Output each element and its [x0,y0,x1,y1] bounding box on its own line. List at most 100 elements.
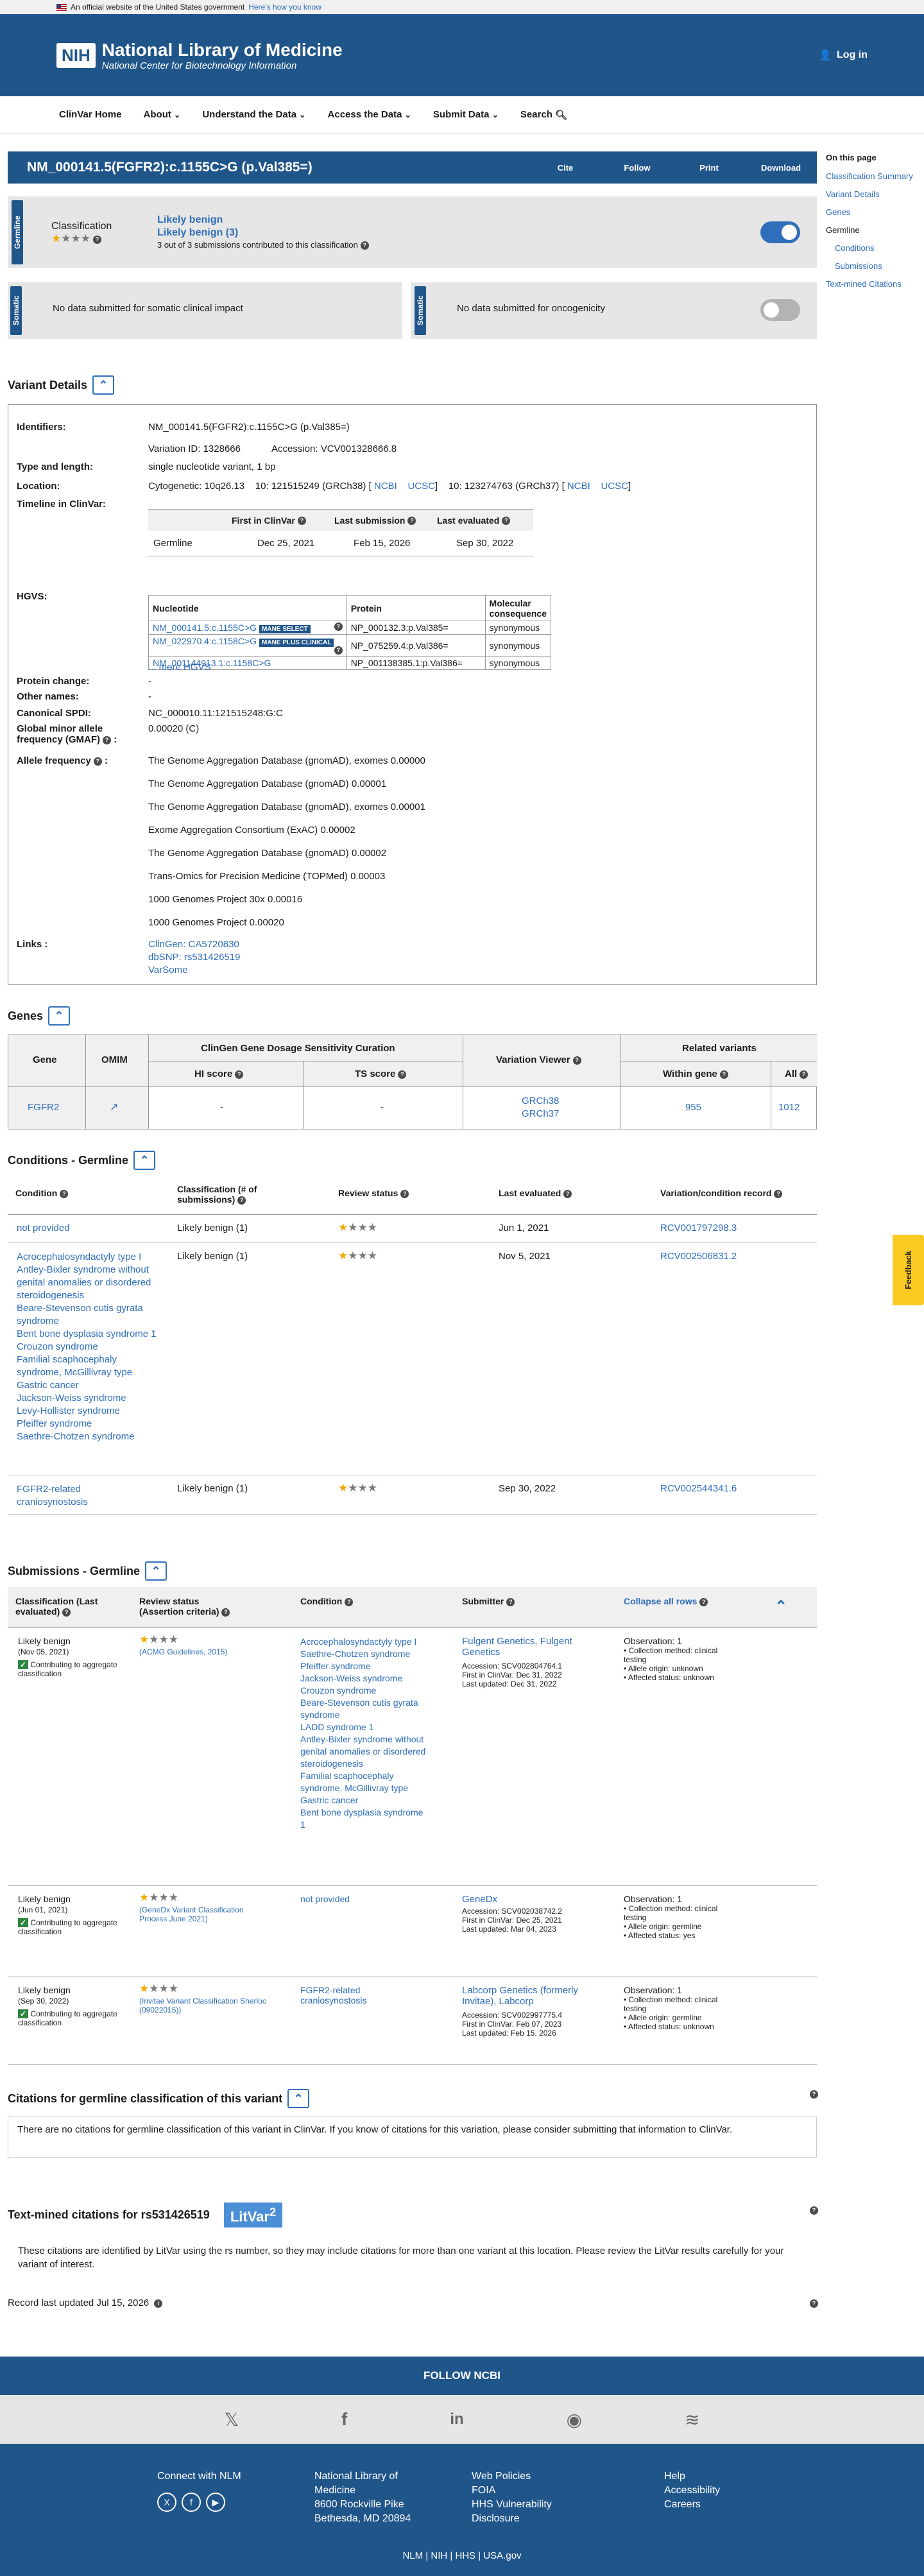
help-icon[interactable]: ? [93,757,102,766]
github-icon[interactable]: ◉ [567,2409,582,2430]
condition-link[interactable]: Beare-Stevenson cutis gyrata syndrome [17,1303,143,1327]
x-twitter-icon[interactable]: X [157,2493,176,2512]
condition-link[interactable]: Bent bone dysplasia syndrome 1 [300,1807,423,1830]
condition-link[interactable]: FGFR2-related craniosynostosis [17,1483,145,1509]
ncbi-link[interactable]: NCBI [374,481,397,492]
condition-link[interactable]: Crouzon syndrome [300,1685,376,1696]
external-link-icon[interactable]: ↗ [110,1101,118,1113]
sidebar-item-genes[interactable]: Genes [826,207,850,217]
condition-link[interactable]: FGFR2-related craniosynostosis [300,1985,403,2005]
help-icon[interactable]: ? [60,1189,69,1198]
nav-access[interactable]: Access the Data ⌄ [328,109,411,120]
condition-link[interactable]: Jackson-Weiss syndrome [17,1393,126,1404]
help-link[interactable]: Help [664,2469,720,2484]
condition-link[interactable]: Pfeiffer syndrome [17,1418,92,1429]
assertion-criteria-link[interactable]: (ACMG Guidelines, 2015) [139,1647,268,1656]
gene-fgfr2-link[interactable]: FGFR2 [28,1102,59,1113]
careers-link[interactable]: Careers [664,2498,720,2512]
collapse-icon[interactable]: ⌃ [92,375,115,395]
help-icon[interactable]: ? [810,2090,818,2099]
rcv-link[interactable]: RCV002544341.6 [660,1483,737,1494]
help-icon[interactable]: ? [103,735,112,744]
linkedin-icon[interactable]: in [450,2410,463,2428]
usagov-link[interactable]: USA.gov [483,2550,521,2561]
help-icon[interactable]: ? [502,517,511,526]
condition-link[interactable]: LADD syndrome 1 [300,1722,373,1732]
help-icon[interactable]: ? [719,1070,728,1079]
nlm-address-line[interactable]: Medicine [314,2484,411,2498]
ucsc-link-37[interactable]: UCSC [601,481,628,492]
nav-understand[interactable]: Understand the Data ⌄ [202,109,305,120]
nlm-link[interactable]: NLM [402,2550,423,2561]
collapse-icon[interactable]: ⌃ [145,1561,167,1581]
grch38-viewer-link[interactable]: GRCh38 [522,1095,559,1106]
nlm-address-line[interactable]: National Library of [314,2469,411,2484]
sidebar-item-classification-summary[interactable]: Classification Summary [826,171,913,181]
facebook-icon[interactable]: f [341,2409,347,2430]
facebook-icon[interactable]: f [182,2493,201,2512]
feedback-button[interactable]: Feedback [893,1235,924,1305]
assertion-criteria-link[interactable]: (GeneDx Variant Classification Process J… [139,1905,268,1923]
help-icon[interactable]: ? [810,2206,818,2215]
help-icon[interactable]: ? [407,517,416,526]
help-icon[interactable]: ? [237,1196,246,1205]
somatic-toggle[interactable] [760,299,800,321]
collapse-all-rows[interactable]: Collapse all rows? [624,1596,708,1606]
help-icon[interactable]: ? [345,1597,354,1606]
chevron-up-icon[interactable]: ⌃ [774,1597,787,1616]
help-icon[interactable]: ? [400,1189,409,1198]
download-button[interactable]: Download [745,163,817,173]
help-icon[interactable]: ? [221,1608,230,1617]
nav-search[interactable]: Search 🔍︎ [520,109,567,121]
rcv-link[interactable]: RCV001797298.3 [660,1223,737,1233]
help-icon[interactable]: ? [563,1189,572,1198]
ucsc-link[interactable]: UCSC [407,481,435,492]
help-icon[interactable]: ? [93,235,101,244]
hgvs-nucleotide-link[interactable]: NM_022970.4:c.1158C>G [153,636,257,646]
help-icon[interactable]: ? [800,1070,809,1079]
condition-link[interactable]: Gastric cancer [300,1795,358,1805]
condition-link[interactable]: not provided [17,1223,70,1233]
help-icon[interactable]: ? [398,1070,407,1079]
help-icon[interactable]: ? [810,2299,818,2308]
help-icon[interactable]: ? [297,517,306,526]
sidebar-item-variant-details[interactable]: Variant Details [826,189,880,199]
condition-link[interactable]: Antley-Bixler syndrome without genital a… [300,1734,425,1769]
condition-link[interactable]: Familial scaphocephaly syndrome, McGilli… [17,1354,132,1378]
help-icon[interactable]: ? [572,1056,581,1065]
more-hgvs-link[interactable]: ... more HGVS [148,662,211,673]
help-icon[interactable]: ? [62,1608,71,1617]
heres-how-link[interactable]: Here's how you know [248,3,321,12]
web-policies-link[interactable]: Web Policies [472,2469,552,2484]
hhs-vulnerability-link[interactable]: HHS Vulnerability [472,2498,552,2512]
help-icon[interactable]: ? [360,241,369,250]
follow-button[interactable]: Follow [601,163,673,173]
condition-link[interactable]: Saethre-Chotzen syndrome [17,1431,134,1442]
condition-link[interactable]: Acrocephalosyndactyly type I [17,1251,141,1262]
submitter-link[interactable]: Fulgent Genetics, Fulgent Genetics [462,1636,597,1658]
help-icon[interactable]: ? [235,1070,244,1079]
condition-link[interactable]: Bent bone dysplasia syndrome 1 [17,1328,157,1339]
assertion-criteria-link[interactable]: (Invitae Variant Classification Sherloc … [139,1996,268,2014]
clingen-link[interactable]: ClinGen: CA5720830 [148,939,239,950]
nlm-brand[interactable]: NIH National Library of Medicine National… [56,40,343,71]
condition-link[interactable]: Acrocephalosyndactyly type I [300,1636,416,1647]
help-icon[interactable]: ? [334,646,343,655]
submitter-link[interactable]: Labcorp Genetics (formerly Invitae), Lab… [462,1985,603,2007]
germline-classification-count[interactable]: Likely benign (3) [157,227,238,239]
foia-link[interactable]: FOIA [472,2484,552,2498]
help-icon[interactable]: ? [774,1189,783,1198]
info-icon[interactable]: i [154,2299,163,2308]
collapse-icon[interactable]: ⌃ [133,1151,156,1170]
accessibility-link[interactable]: Accessibility [664,2484,720,2498]
rcv-link[interactable]: RCV002506831.2 [660,1251,737,1262]
collapse-icon[interactable]: ⌃ [287,2089,310,2108]
condition-link[interactable]: Gastric cancer [17,1380,79,1391]
nav-submit[interactable]: Submit Data ⌄ [433,109,499,120]
litvar-button[interactable]: LitVar2 [223,2202,283,2228]
nav-about[interactable]: About ⌄ [144,109,181,120]
condition-link[interactable]: Familial scaphocephaly syndrome, McGilli… [300,1771,408,1793]
sidebar-item-conditions[interactable]: Conditions [835,243,874,253]
hgvs-nucleotide-link[interactable]: NM_000141.5:c.1155C>G [153,623,257,633]
condition-link[interactable]: Saethre-Chotzen syndrome [300,1649,410,1659]
